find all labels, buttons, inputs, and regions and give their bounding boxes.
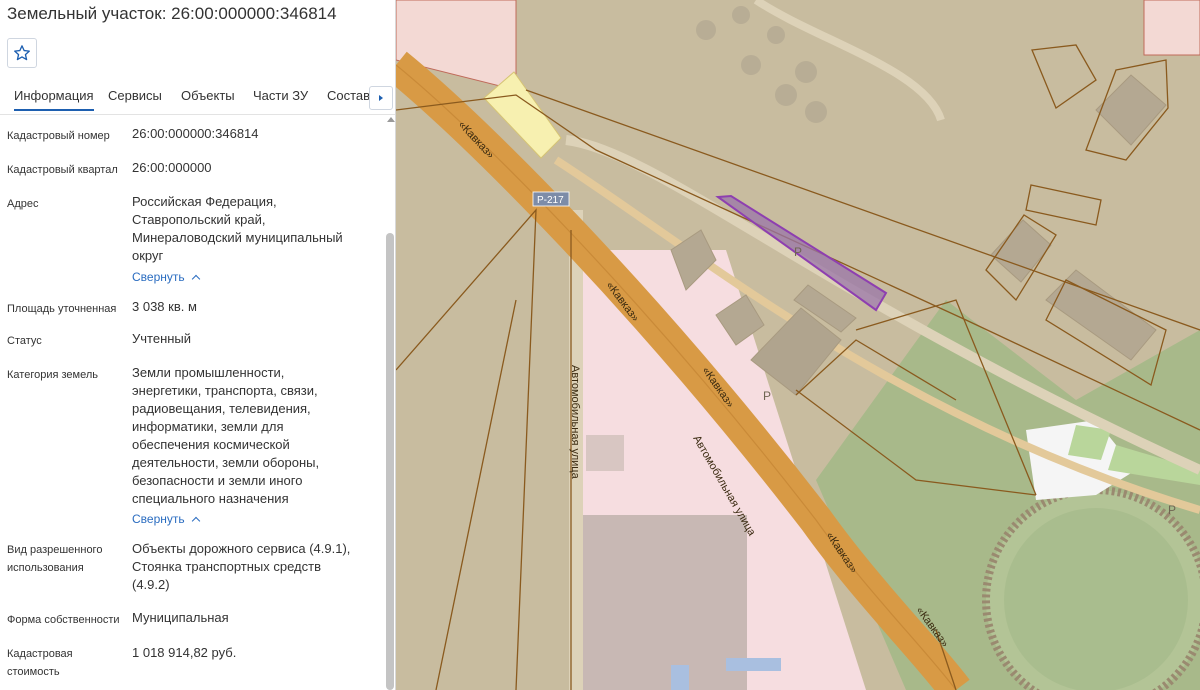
land-category-collapse-link[interactable]: Свернуть bbox=[132, 512, 200, 526]
cadastral-value-value: 1 018 914,82 руб. bbox=[132, 645, 237, 660]
status-label: Статус bbox=[7, 335, 42, 347]
land-category-line: безопасности и земли иного bbox=[132, 473, 303, 488]
tank bbox=[767, 26, 785, 44]
status-value: Учтенный bbox=[132, 331, 192, 346]
pink-parcel-ne bbox=[1143, 0, 1200, 56]
tab-composition[interactable]: Состав bbox=[327, 88, 370, 103]
info-panel: Земельный участок: 26:00:000000:346814 И… bbox=[0, 0, 396, 690]
permitted-use-value: Объекты дорожного сервиса (4.9.1), Стоян… bbox=[132, 540, 372, 594]
land-category-label: Категория земель bbox=[7, 369, 98, 381]
ownership-value: Муниципальная bbox=[132, 610, 229, 625]
address-label: Адрес bbox=[7, 198, 39, 210]
land-category-line: Земли промышленности, bbox=[132, 365, 285, 380]
address-line: округ bbox=[132, 248, 164, 263]
tank bbox=[696, 20, 716, 40]
cadastral-value-label: Кадастровая стоимость bbox=[7, 645, 125, 681]
permitted-use-label: Вид разрешенного использования bbox=[7, 541, 125, 577]
collapse-label: Свернуть bbox=[132, 512, 185, 526]
parking-label: P bbox=[794, 245, 802, 259]
permitted-use-label-line: Вид разрешенного bbox=[7, 544, 103, 556]
chevron-up-icon bbox=[191, 516, 200, 526]
permitted-use-label-line: использования bbox=[7, 562, 84, 574]
land-category-line: информатики, земли для bbox=[132, 419, 284, 434]
cadastral-quarter-value: 26:00:000000 bbox=[132, 160, 212, 175]
ownership-label: Форма собственности bbox=[7, 614, 120, 626]
scroll-up-arrow-icon[interactable] bbox=[387, 117, 395, 122]
building-small bbox=[586, 435, 624, 471]
tab-parts[interactable]: Части ЗУ bbox=[253, 88, 308, 103]
tab-services[interactable]: Сервисы bbox=[108, 88, 162, 103]
water-feature bbox=[671, 665, 689, 690]
tank bbox=[805, 101, 827, 123]
cadastral-quarter-label: Кадастровый квартал bbox=[7, 164, 118, 176]
caret-right-icon bbox=[379, 95, 383, 101]
parking-label: P bbox=[1168, 503, 1176, 517]
tank bbox=[732, 6, 750, 24]
area-value: 3 038 кв. м bbox=[132, 299, 197, 314]
tab-objects[interactable]: Объекты bbox=[181, 88, 235, 103]
land-category-line: обеспечения космической bbox=[132, 437, 290, 452]
route-shield-label: Р-217 bbox=[537, 195, 564, 206]
tab-bar: Информация Сервисы Объекты Части ЗУ Сост… bbox=[0, 80, 395, 115]
tank bbox=[775, 84, 797, 106]
address-line: Ставропольский край, bbox=[132, 212, 266, 227]
collapse-label: Свернуть bbox=[132, 270, 185, 284]
star-icon bbox=[14, 45, 30, 61]
land-category-line: энергетики, транспорта, связи, bbox=[132, 383, 318, 398]
tab-info[interactable]: Информация bbox=[14, 88, 94, 111]
building-mall bbox=[582, 515, 747, 690]
chevron-up-icon bbox=[191, 274, 200, 284]
address-collapse-link[interactable]: Свернуть bbox=[132, 270, 200, 284]
land-category-line: деятельности, земли обороны, bbox=[132, 455, 320, 470]
tank bbox=[795, 61, 817, 83]
cadastral-value-label-line: стоимость bbox=[7, 666, 60, 678]
roundabout-center bbox=[1004, 508, 1188, 690]
favorite-button[interactable] bbox=[7, 38, 37, 68]
water-feature bbox=[726, 658, 781, 671]
tank bbox=[741, 55, 761, 75]
cadastral-number-value: 26:00:000000:346814 bbox=[132, 126, 259, 141]
tabs-scroll-right-button[interactable] bbox=[369, 86, 393, 110]
page-title: Земельный участок: 26:00:000000:346814 bbox=[7, 4, 337, 23]
area-label: Площадь уточненная bbox=[7, 303, 117, 315]
land-category-line: радиовещания, телевидения, bbox=[132, 401, 311, 416]
permitted-use-line: Объекты дорожного сервиса (4.9.1), bbox=[132, 541, 351, 556]
map-view[interactable]: Р-217 «Кавказ» «Кавказ» «Кавказ» «Кавказ… bbox=[396, 0, 1200, 690]
address-line: Российская Федерация, bbox=[132, 194, 277, 209]
land-category-line: специального назначения bbox=[132, 491, 289, 506]
cadastral-value-label-line: Кадастровая bbox=[7, 648, 73, 660]
land-category-value: Земли промышленности, энергетики, трансп… bbox=[132, 364, 372, 508]
address-line: Минераловодский муниципальный bbox=[132, 230, 343, 245]
cadastral-number-label: Кадастровый номер bbox=[7, 130, 110, 142]
parking-label: P bbox=[763, 389, 771, 403]
panel-scrollbar[interactable] bbox=[385, 115, 395, 690]
map-canvas[interactable]: Р-217 «Кавказ» «Кавказ» «Кавказ» «Кавказ… bbox=[396, 0, 1200, 690]
scrollbar-thumb[interactable] bbox=[386, 233, 394, 690]
permitted-use-line: (4.9.2) bbox=[132, 577, 170, 592]
street-label: Автомобильная улица bbox=[569, 365, 581, 480]
permitted-use-line: Стоянка транспортных средств bbox=[132, 559, 321, 574]
address-value: Российская Федерация, Ставропольский кра… bbox=[132, 193, 372, 265]
